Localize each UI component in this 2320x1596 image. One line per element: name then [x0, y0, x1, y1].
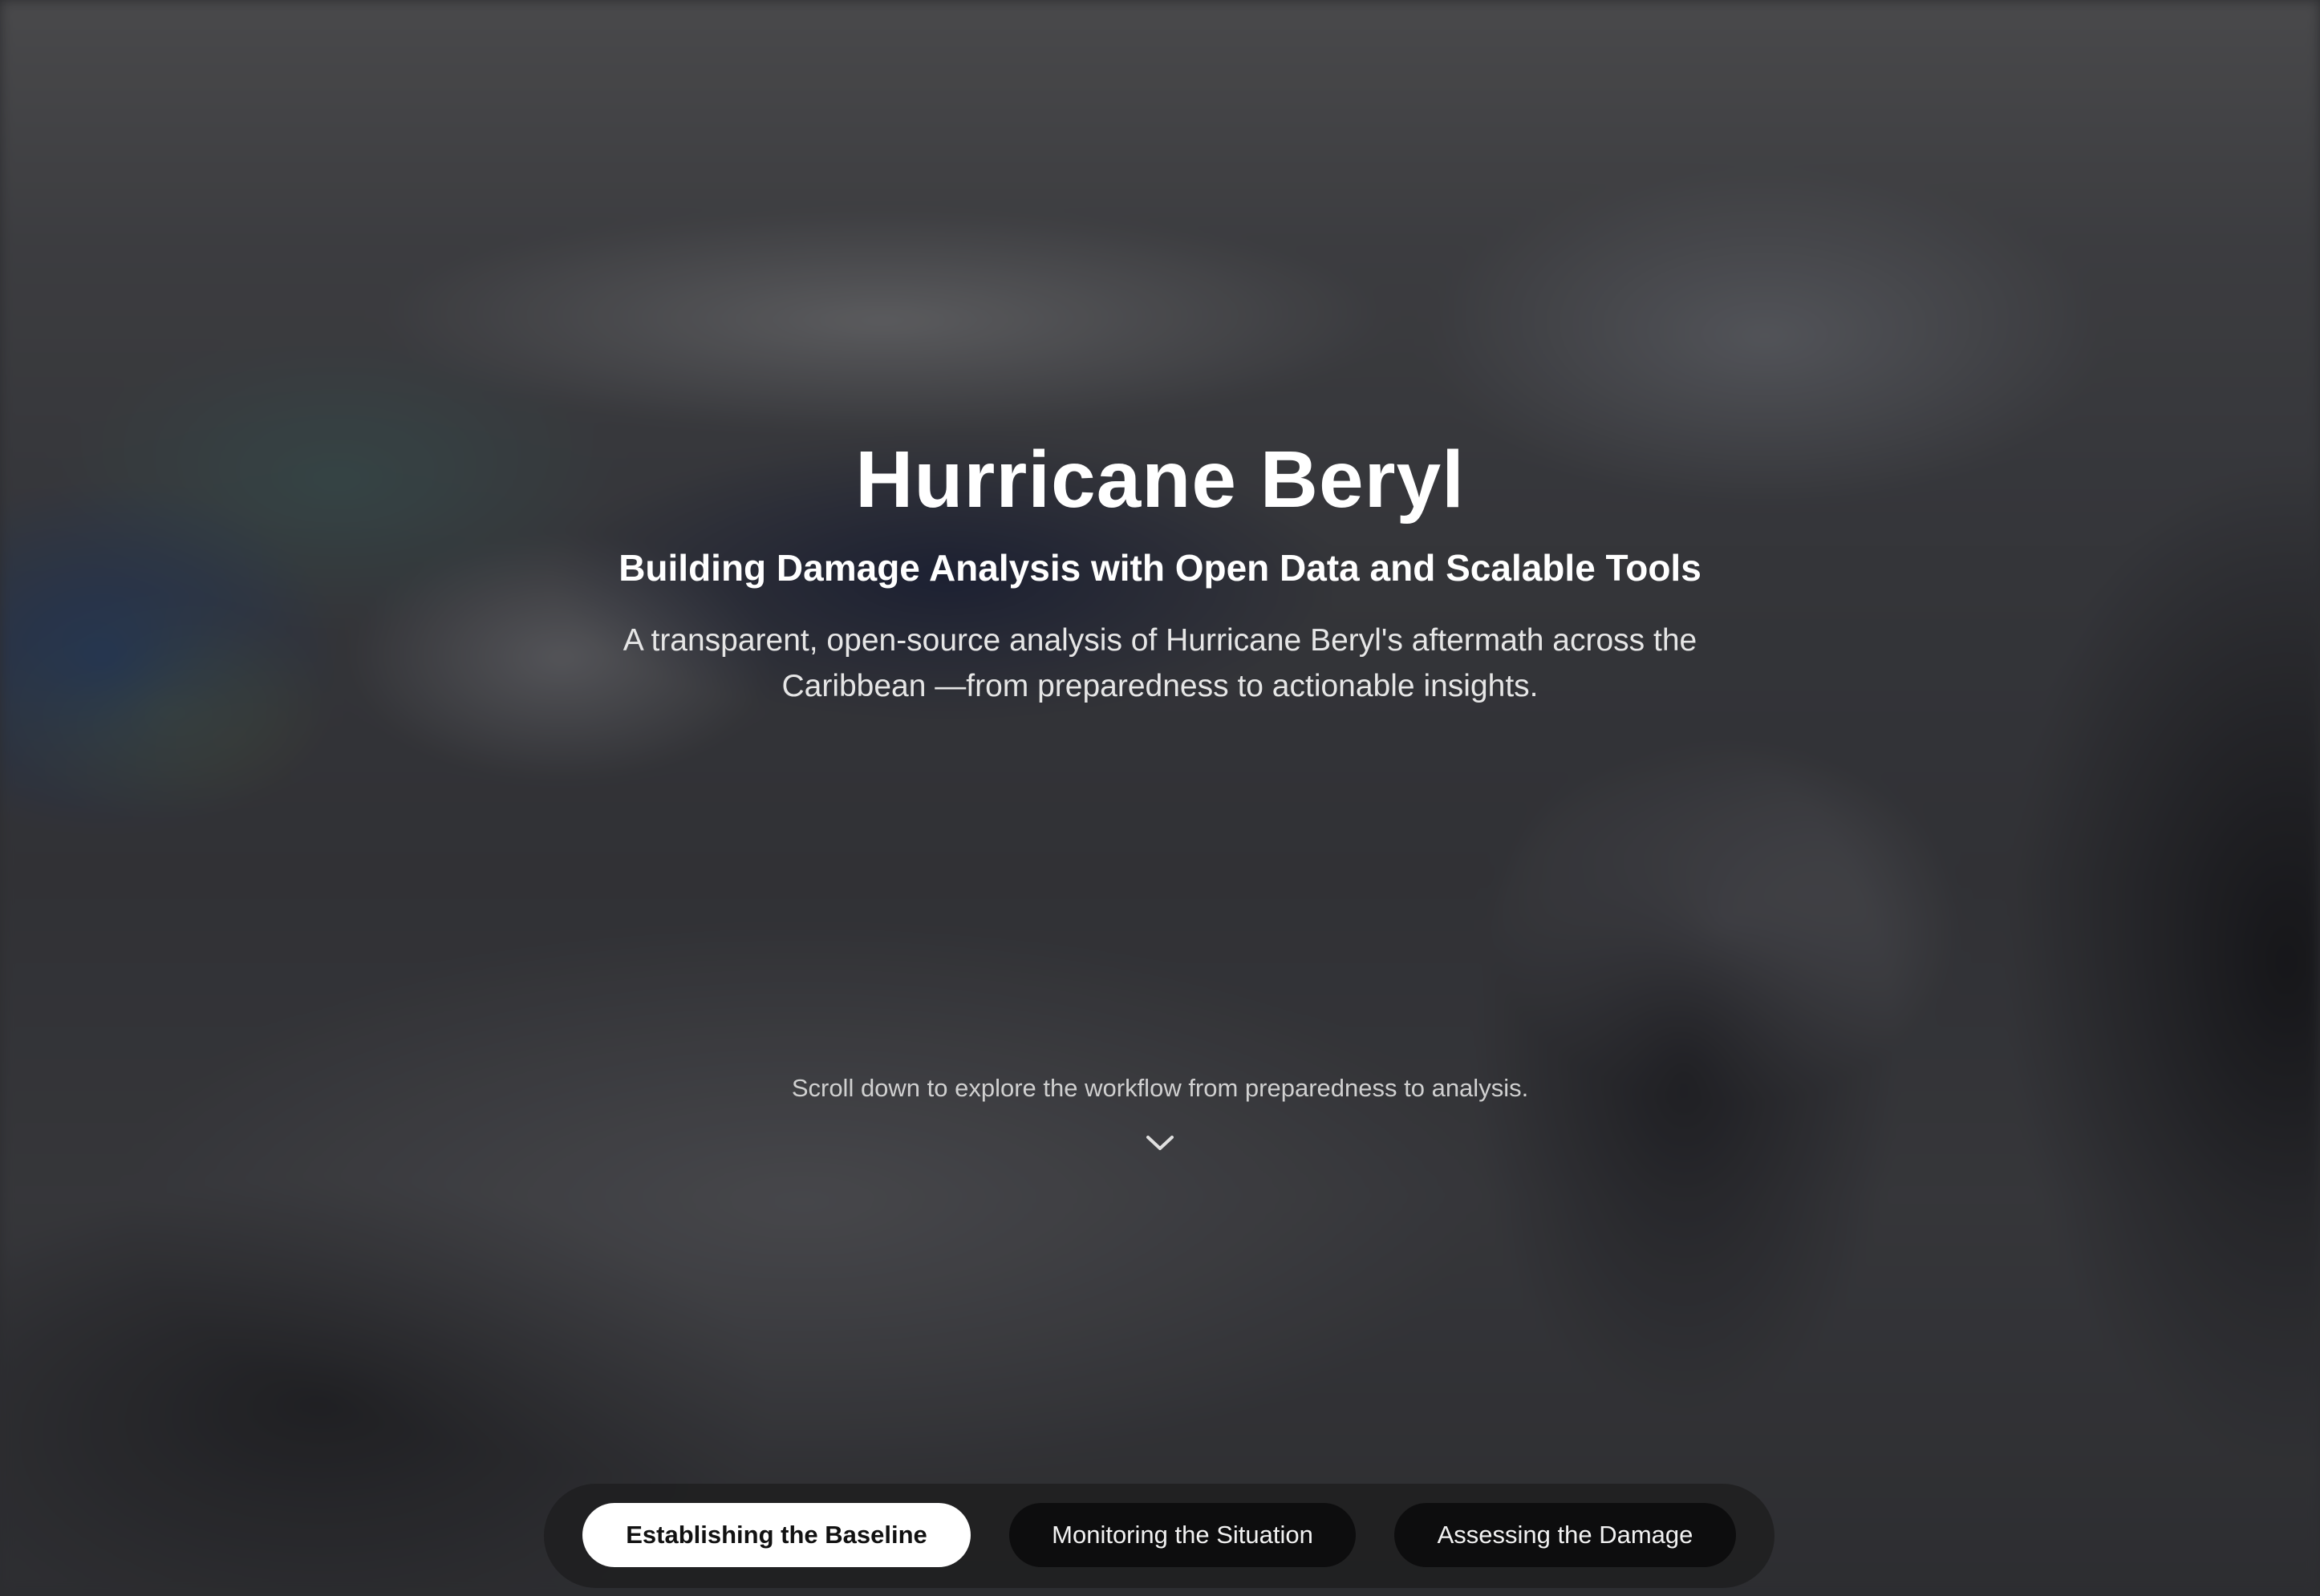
section-tab-bar: Establishing the Baseline Monitoring the… [544, 1484, 1774, 1588]
tab-monitoring-situation[interactable]: Monitoring the Situation [1009, 1503, 1356, 1567]
hero-description: A transparent, open-source analysis of H… [623, 623, 1697, 703]
scroll-hint-text: Scroll down to explore the workflow from… [791, 1074, 1529, 1102]
tab-establishing-baseline[interactable]: Establishing the Baseline [582, 1503, 971, 1567]
page-subtitle: Building Damage Analysis with Open Data … [619, 547, 1701, 589]
hero-section: Hurricane Beryl Building Damage Analysis… [0, 0, 2320, 1596]
tab-assessing-damage[interactable]: Assessing the Damage [1394, 1503, 1736, 1567]
hero-content: Hurricane Beryl Building Damage Analysis… [0, 0, 2320, 1596]
page-title: Hurricane Beryl [855, 435, 1465, 525]
chevron-down-icon[interactable] [1144, 1131, 1176, 1155]
